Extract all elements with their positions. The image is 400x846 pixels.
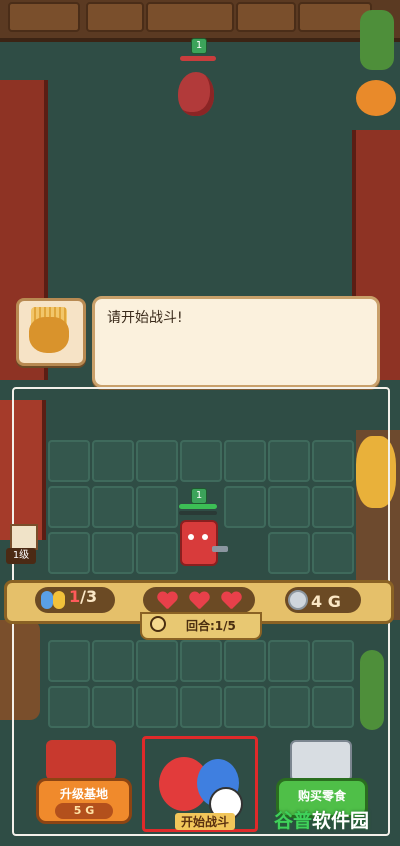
- population-text: 1/3: [69, 587, 98, 606]
- heart-icon: [157, 592, 177, 610]
- buy-snacks-label: 购买零食: [297, 789, 346, 803]
- heart-icon: [221, 592, 241, 610]
- gold-pill: 4 G: [285, 587, 361, 613]
- coin-icon: [288, 590, 308, 610]
- watermark: 谷普软件园: [274, 810, 370, 832]
- base-level-text: 1级: [6, 548, 36, 564]
- player-health-bar: [179, 504, 217, 509]
- start-battle-label: 开始战斗: [175, 813, 236, 830]
- snack-cart-icon: [290, 740, 352, 782]
- gold-text: 4 G: [311, 592, 341, 611]
- player-level-badge: 1: [191, 488, 207, 504]
- player-unit[interactable]: [180, 520, 218, 566]
- base-level-badge: 1级: [4, 524, 38, 564]
- population-icon-2: [53, 591, 65, 609]
- enemy-level-badge: 1: [191, 38, 207, 54]
- enemy-health-bar: [180, 56, 216, 61]
- population-icon: [41, 591, 53, 609]
- shop-stall-icon: [46, 740, 116, 780]
- start-battle-button[interactable]: 开始战斗: [142, 736, 258, 832]
- stopwatch-icon: [150, 616, 166, 632]
- npc-portrait: [16, 298, 86, 366]
- upgrade-base-label: 升级基地: [59, 787, 108, 801]
- upgrade-base-button[interactable]: 升级基地 5 G: [36, 778, 132, 824]
- player-energy-bar: [179, 511, 217, 515]
- heart-icon: [189, 592, 209, 610]
- player-weapon-icon: [212, 546, 228, 552]
- hearts-pill: [143, 587, 255, 613]
- upgrade-cost: 5 G: [55, 803, 113, 819]
- potted-plant: [360, 10, 394, 70]
- round-counter: 回合:1/5: [140, 612, 262, 640]
- enemy-unit[interactable]: [178, 72, 214, 116]
- pumpkin-pot: [356, 80, 396, 116]
- round-text: 回合:1/5: [186, 619, 236, 633]
- dialog-text: 请开始战斗!: [107, 310, 183, 326]
- house-icon: [10, 524, 38, 550]
- top-wall: [0, 0, 400, 42]
- dialog-box[interactable]: 请开始战斗!: [92, 296, 380, 388]
